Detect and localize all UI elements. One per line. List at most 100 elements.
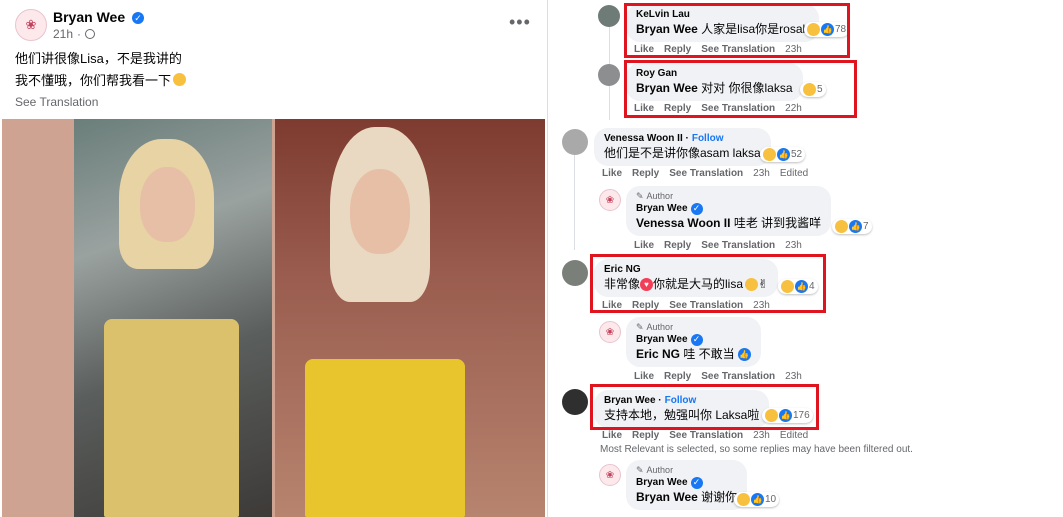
commenter-name[interactable]: Bryan Wee (636, 476, 688, 489)
comment-body: 哇 不敢当 (680, 347, 735, 361)
author-tag: ✎ Author (636, 321, 751, 333)
mention[interactable]: Venessa Woon II (636, 216, 730, 230)
reply-link[interactable]: Reply (632, 430, 659, 441)
grin-emoji-icon (173, 73, 187, 86)
author-avatar[interactable]: ❀ (15, 9, 47, 41)
commenter-avatar[interactable] (562, 260, 588, 286)
pencil-icon: ✎ (636, 465, 644, 475)
comment-text: Eric NG 哇 不敢当 👍 (636, 346, 751, 362)
see-translation-link[interactable]: See Translation (701, 240, 775, 251)
comment-actions: Like Reply See Translation 23h (634, 371, 802, 382)
photo-right-panel (275, 119, 545, 517)
author-tag: ✎ Author (636, 464, 737, 476)
reaction-count[interactable]: 👍 52 (760, 147, 806, 162)
like-reaction-icon: 👍 (751, 493, 764, 506)
comment-bubble: Venessa Woon II · Follow 他们是不是讲你像asam lak… (594, 128, 771, 166)
filter-note: Most Relevant is selected, so some repli… (600, 444, 913, 455)
comment-actions: Like Reply See Translation 23h Edited (602, 430, 808, 441)
reply-link[interactable]: Reply (664, 240, 691, 251)
mention[interactable]: Bryan Wee (636, 490, 698, 504)
commenter-name[interactable]: Venessa Woon II (604, 132, 683, 145)
commenter-name-row: Bryan Wee ✓ (636, 476, 737, 489)
commenter-name[interactable]: Bryan Wee (636, 202, 688, 215)
see-translation-link[interactable]: See Translation (669, 168, 743, 179)
reaction-count-text: 10 (765, 494, 777, 505)
comment-bubble: ✎ Author Bryan Wee ✓ Bryan Wee 谢谢你 (626, 460, 748, 510)
haha-reaction-icon (763, 148, 776, 161)
highlight-box (590, 254, 826, 313)
mention[interactable]: Eric NG (636, 347, 680, 361)
comment-actions: Like Reply See Translation 23h Edited (602, 168, 808, 179)
verified-badge-icon: ✓ (690, 333, 703, 346)
post-see-translation-link[interactable]: See Translation (15, 95, 98, 109)
author-tag-text: Author (646, 322, 674, 332)
comment-bubble: ✎ Author Bryan Wee ✓ Venessa Woon II 哇老 讲到… (626, 186, 832, 236)
comment-actions: Like Reply See Translation 23h (634, 240, 802, 251)
commenter-name-row: Bryan Wee ✓ (636, 202, 821, 215)
globe-icon (85, 29, 96, 39)
like-link[interactable]: Like (634, 371, 654, 382)
like-link[interactable]: Like (634, 240, 654, 251)
post-meta: 21h · (53, 27, 96, 41)
highlight-box (624, 3, 850, 58)
comment-time[interactable]: 23h (785, 240, 802, 251)
screenshot-root: ❀ Bryan Wee ✓ 21h · ••• 他们讲很像Lisa，不是我讲的 … (0, 0, 1063, 517)
commenter-name-row: Venessa Woon II · Follow (604, 132, 724, 145)
like-link[interactable]: Like (602, 168, 622, 179)
see-translation-link[interactable]: See Translation (701, 371, 775, 382)
haha-reaction-icon (835, 220, 848, 233)
highlight-box (624, 60, 857, 118)
reply-thread-line (574, 150, 575, 250)
author-avatar[interactable]: ❀ (599, 464, 621, 486)
post-text-line-2-wrap: 我不懂哦，你们帮我看一下 (15, 70, 187, 89)
post-photo[interactable] (2, 119, 545, 517)
like-reaction-icon: 👍 (849, 220, 862, 233)
author-avatar[interactable]: ❀ (599, 321, 621, 343)
verified-badge-icon: ✓ (690, 476, 703, 489)
comment-bubble: ✎ Author Bryan Wee ✓ Eric NG 哇 不敢当 👍 (626, 317, 761, 367)
edited-label: Edited (779, 430, 809, 441)
comment-time[interactable]: 23h (753, 430, 770, 441)
right-face-shape (350, 169, 410, 254)
comments-panel: KeLvin Lau Bryan Wee 人家是lisa你是rosak 👍 78… (548, 0, 1063, 517)
author-tag-text: Author (646, 465, 674, 475)
commenter-name[interactable]: Bryan Wee (636, 333, 688, 346)
comment-text: Bryan Wee 谢谢你 (636, 489, 737, 505)
reply-link[interactable]: Reply (632, 168, 659, 179)
verified-badge-icon: ✓ (690, 202, 703, 215)
comment-text: 他们是不是讲你像asam laksa (604, 146, 761, 160)
comment-body: 哇老 讲到我酱咩 (730, 216, 822, 230)
comment-text: Venessa Woon II 哇老 讲到我酱咩 (636, 215, 821, 231)
like-link[interactable]: Like (602, 430, 622, 441)
reply-link[interactable]: Reply (664, 371, 691, 382)
left-face-shape (140, 167, 195, 242)
edited-label: Edited (779, 168, 809, 179)
author-tag-text: Author (646, 191, 674, 201)
commenter-avatar[interactable] (562, 389, 588, 415)
reaction-count[interactable]: 👍 10 (734, 492, 780, 507)
author-tag: ✎ Author (636, 190, 821, 202)
right-dress-shape (305, 359, 465, 517)
verified-badge-icon: ✓ (132, 12, 144, 25)
comment-time[interactable]: 23h (785, 371, 802, 382)
pencil-icon: ✎ (636, 322, 644, 332)
comment-time[interactable]: 23h (753, 168, 770, 179)
post-text-line-1: 他们讲很像Lisa，不是我讲的 (15, 51, 182, 66)
post-author-name-text[interactable]: Bryan Wee (53, 9, 125, 25)
haha-reaction-icon (737, 493, 750, 506)
commenter-avatar[interactable] (598, 5, 620, 27)
follow-link[interactable]: Follow (692, 132, 724, 145)
photo-left-panel (74, 119, 272, 517)
see-translation-link[interactable]: See Translation (669, 430, 743, 441)
commenter-avatar[interactable] (598, 64, 620, 86)
post-author-name[interactable]: Bryan Wee ✓ (53, 9, 144, 25)
post-time[interactable]: 21h (53, 27, 73, 41)
left-dress-shape (104, 319, 239, 517)
highlight-box (590, 384, 819, 430)
more-options-icon[interactable]: ••• (509, 12, 531, 33)
separator-dot: · (77, 27, 82, 41)
reaction-count[interactable]: 👍 7 (832, 219, 872, 234)
commenter-avatar[interactable] (562, 129, 588, 155)
like-reaction-icon: 👍 (777, 148, 790, 161)
author-avatar[interactable]: ❀ (599, 189, 621, 211)
